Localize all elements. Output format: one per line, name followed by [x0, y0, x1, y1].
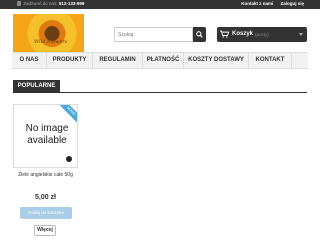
nav-item-kontakt[interactable]: KONTAKT — [249, 53, 292, 68]
cart-label: Koszyk — [232, 31, 254, 37]
chevron-down-icon — [299, 33, 303, 36]
section-divider — [13, 92, 307, 93]
contact-phone: Zadzwoń do nas: 512-133-999 — [17, 1, 85, 7]
logo-text: Wild Flowers — [34, 39, 68, 45]
login-link[interactable]: Zaloguj się — [280, 1, 304, 6]
cart-icon — [220, 30, 229, 38]
top-bar: Zadzwoń do nas: 512-133-999 Kontakt z na… — [0, 0, 320, 9]
search-input[interactable] — [114, 27, 193, 42]
nav-item-o-nas[interactable]: O NAS — [12, 53, 47, 68]
nav-item-koszty-dostawy[interactable]: KOSZTY DOSTAWY — [184, 53, 249, 68]
phone-prefix: Zadzwoń do nas: — [23, 1, 58, 6]
nav-item-produkty[interactable]: PRODUKTY — [47, 53, 93, 68]
add-to-cart-button[interactable]: Dodaj do koszyka — [20, 207, 72, 219]
main-nav: O NAS PRODUKTY REGULAMIN PŁATNOŚĆ KOSZTY… — [12, 52, 308, 69]
cart-status: (pusty) — [255, 32, 269, 37]
product-name[interactable]: Ziele angielskie całe 50g — [13, 172, 78, 179]
section-title: POPULARNE — [13, 80, 60, 92]
nav-item-platnosc[interactable]: PŁATNOŚĆ — [143, 53, 184, 68]
site-logo[interactable]: Wild Flowers — [13, 14, 84, 53]
cart-button[interactable]: Koszyk (pusty) — [217, 27, 307, 42]
search-icon — [196, 31, 203, 38]
new-badge: NOWE — [58, 105, 77, 124]
search-button[interactable] — [193, 27, 206, 42]
product-price: 5,00 zł — [34, 194, 56, 201]
phone-number: 512-133-999 — [58, 1, 85, 6]
contact-link[interactable]: Kontakt z nami — [241, 1, 273, 6]
top-links: Kontakt z nami Zaloguj się — [235, 1, 304, 6]
sunflower-logo-image — [13, 14, 84, 53]
phone-icon — [17, 1, 21, 7]
nav-item-regulamin[interactable]: REGULAMIN — [93, 53, 143, 68]
more-button[interactable]: Więcej — [34, 225, 56, 236]
quick-view-icon[interactable] — [66, 156, 72, 162]
product-image[interactable]: No image available NOWE — [13, 104, 78, 168]
no-image-placeholder: No image available — [25, 123, 69, 146]
